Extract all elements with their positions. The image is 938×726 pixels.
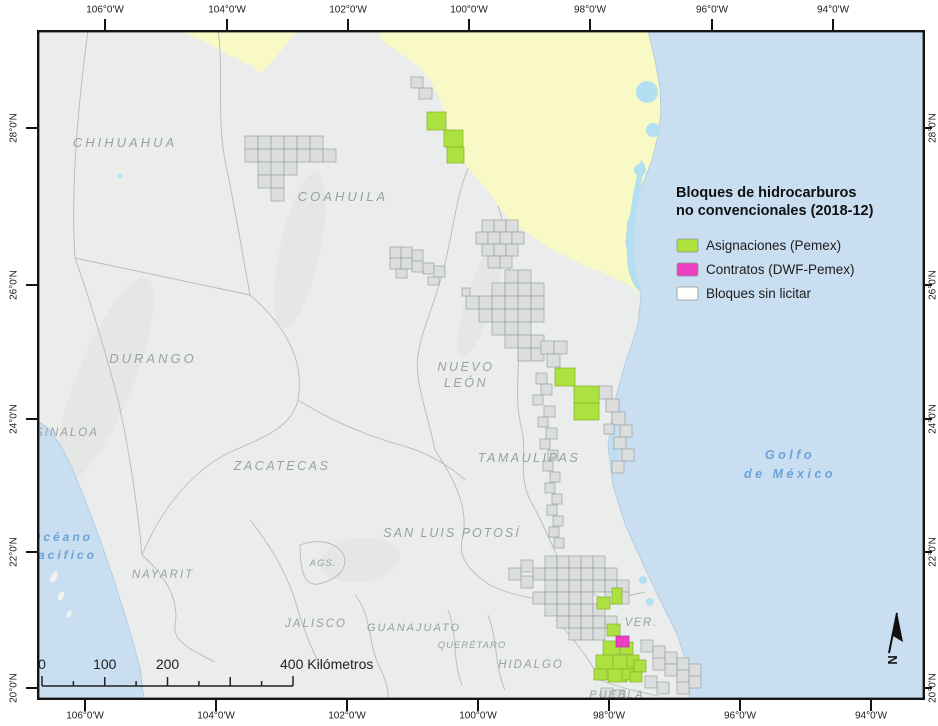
axis-label-top-96w: 96°0'W: [696, 5, 728, 16]
axis-label-left-28n: 28°0'N: [9, 113, 20, 143]
tick-top-6: [832, 19, 834, 30]
map-frame: CHIHUAHUA COAHUILA DURANGO SINALOA NAYAR…: [37, 30, 925, 700]
map-canvas: CHIHUAHUA COAHUILA DURANGO SINALOA NAYAR…: [37, 30, 925, 700]
label-nayarit: NAYARIT: [132, 569, 194, 581]
tick-bottom-1: [215, 700, 217, 711]
tick-top-5: [711, 19, 713, 30]
label-pacific-1: Océano: [37, 530, 93, 544]
axis-label-top-98w: 98°0'W: [574, 5, 606, 16]
label-nuevo-leon-1: NUEVO: [438, 360, 495, 374]
label-hidalgo: HIDALGO: [498, 659, 564, 671]
legend-label-asignaciones: Asignaciones (Pemex): [706, 238, 841, 253]
scale-label-400km: 400 Kilómetros: [280, 656, 373, 672]
label-jalisco: JALISCO: [284, 618, 347, 630]
tick-top-3: [468, 19, 470, 30]
axis-label-right-24n: 24°0'N: [928, 404, 938, 434]
label-gulf-2: de México: [744, 467, 836, 481]
axis-label-bottom-96w: 96°0'W: [724, 711, 756, 722]
label-aguascalientes: AGS.: [309, 558, 337, 569]
label-coahuila: COAHUILA: [298, 189, 388, 204]
tick-left-4: [26, 687, 37, 689]
tick-top-2: [347, 19, 349, 30]
tick-left-2: [26, 418, 37, 420]
axis-label-bottom-102w: 102°0'W: [328, 711, 366, 722]
axis-label-bottom-104w: 104°0'W: [197, 711, 235, 722]
axis-label-right-20n: 20°0'N: [928, 673, 938, 703]
axis-label-left-26n: 26°0'N: [9, 270, 20, 300]
label-sinaloa: SINALOA: [37, 427, 99, 439]
tick-bottom-5: [739, 700, 741, 711]
axis-label-left-24n: 24°0'N: [9, 404, 20, 434]
label-nuevo-leon-2: LEÓN: [444, 375, 488, 390]
axis-label-top-102w: 102°0'W: [329, 5, 367, 16]
axis-label-left-20n: 20°0'N: [9, 673, 20, 703]
legend-swatch-contratos: [677, 263, 698, 276]
axis-label-bottom-98w: 98°0'W: [593, 711, 625, 722]
tick-bottom-4: [608, 700, 610, 711]
tick-top-0: [104, 19, 106, 30]
label-queretaro: QUERÉTARO: [438, 640, 506, 651]
scale-label-200: 200: [156, 656, 180, 672]
label-veracruz: VER.: [625, 617, 658, 629]
axis-label-top-94w: 94°0'W: [817, 5, 849, 16]
legend-label-sin-licitar: Bloques sin licitar: [706, 286, 812, 301]
axis-label-left-22n: 22°0'N: [9, 537, 20, 567]
axis-label-bottom-100w: 100°0'W: [459, 711, 497, 722]
axis-label-right-22n: 22°0'N: [928, 537, 938, 567]
label-gulf-1: Golfo: [765, 448, 815, 462]
axis-label-right-28n: 28°0'N: [928, 113, 938, 143]
axis-label-right-26n: 26°0'N: [928, 270, 938, 300]
legend-swatch-sin-licitar: [677, 287, 698, 300]
tick-bottom-3: [477, 700, 479, 711]
axis-label-top-104w: 104°0'W: [208, 5, 246, 16]
label-san-luis-potosi: SAN LUIS POTOSÍ: [383, 525, 521, 540]
legend-swatch-asignaciones: [677, 239, 698, 252]
axis-label-top-106w: 106°0'W: [86, 5, 124, 16]
north-arrow-label: N: [885, 655, 900, 664]
label-chihuahua: CHIHUAHUA: [73, 135, 177, 150]
label-tamaulipas: TAMAULIPAS: [478, 451, 580, 465]
blocks-contratos: [616, 636, 629, 647]
label-zacatecas: ZACATECAS: [233, 459, 331, 473]
tick-left-0: [26, 127, 37, 129]
axis-label-bottom-106w: 106°0'W: [66, 711, 104, 722]
map-page: { "axes": { "top": ["106°0'W","104°0'W",…: [0, 0, 938, 726]
axis-label-top-100w: 100°0'W: [450, 5, 488, 16]
tick-left-3: [26, 551, 37, 553]
tick-bottom-2: [346, 700, 348, 711]
tick-bottom-0: [84, 700, 86, 711]
legend-label-contratos: Contratos (DWF-Pemex): [706, 262, 855, 277]
label-guanajuato: GUANAJUATO: [367, 622, 461, 634]
scale-label-100: 100: [93, 656, 117, 672]
legend-title-line1: Bloques de hidrocarburos: [676, 185, 856, 201]
axis-label-bottom-94w: 94°0'W: [855, 711, 887, 722]
label-pacific-2: Pacífico: [37, 548, 97, 562]
label-durango: DURANGO: [109, 351, 196, 366]
tick-left-1: [26, 284, 37, 286]
tick-top-4: [589, 19, 591, 30]
tick-top-1: [226, 19, 228, 30]
tick-bottom-6: [870, 700, 872, 711]
legend-title-line2: no convencionales (2018-12): [676, 203, 874, 219]
